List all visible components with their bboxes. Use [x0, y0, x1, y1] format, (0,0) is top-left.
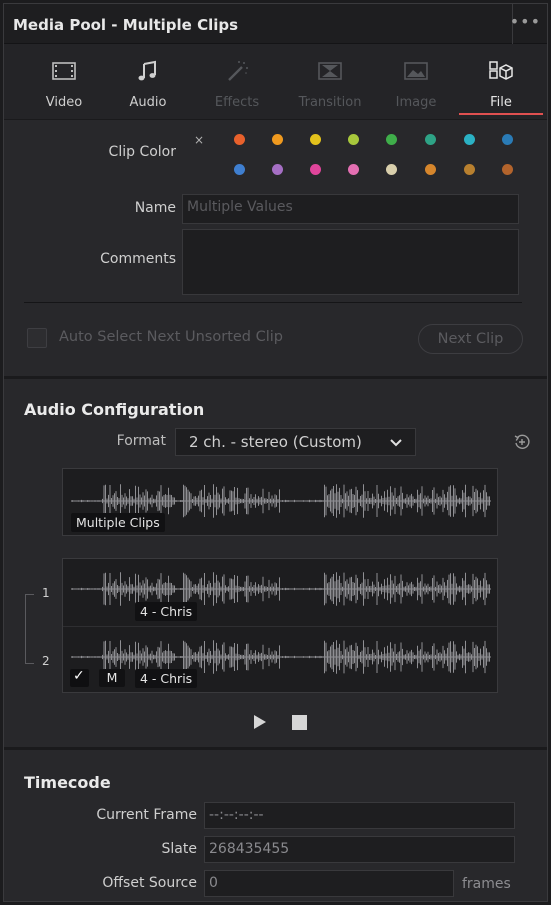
channel-divider — [63, 626, 497, 627]
waveform-preview: Multiple Clips — [62, 468, 498, 536]
reset-icon[interactable] — [513, 433, 531, 451]
channel-1-tag: 4 - Chris — [135, 602, 198, 621]
auto-select-label: Auto Select Next Unsorted Clip — [59, 329, 283, 345]
color-swatch[interactable] — [310, 164, 321, 175]
stop-icon[interactable] — [292, 715, 307, 730]
color-swatch[interactable] — [272, 134, 283, 145]
slate-label: Slate — [161, 841, 197, 857]
active-tab-indicator — [459, 113, 543, 115]
color-swatch[interactable] — [234, 164, 245, 175]
inspector-tabs: Video Audio Effects Transition Image Fil… — [4, 44, 547, 120]
channel-2-waveform — [71, 640, 491, 674]
current-frame-field[interactable]: --:--:--:-- — [204, 802, 515, 829]
divider — [24, 302, 522, 303]
color-swatch[interactable] — [386, 134, 397, 145]
mute-button[interactable]: M — [99, 669, 125, 687]
channel-link-bracket — [25, 594, 34, 664]
title-bar: Media Pool - Multiple Clips ••• — [4, 4, 547, 44]
next-clip-button[interactable]: Next Clip — [418, 324, 523, 354]
timecode-title: Timecode — [24, 773, 111, 792]
color-swatch[interactable] — [464, 134, 475, 145]
color-swatch[interactable] — [272, 164, 283, 175]
clip-tag: Multiple Clips — [71, 513, 165, 532]
more-options-icon[interactable]: ••• — [510, 12, 541, 31]
tab-label: Image — [395, 95, 437, 110]
channel-enable-checkbox[interactable]: ✓ — [70, 668, 89, 687]
format-select[interactable]: 2 ch. - stereo (Custom) — [175, 428, 416, 456]
file-boxes-icon — [489, 61, 513, 80]
tab-label: Video — [45, 95, 83, 110]
offset-unit-label: frames — [462, 876, 511, 892]
inspector-panel: Media Pool - Multiple Clips ••• Video Au… — [3, 3, 548, 902]
color-swatch[interactable] — [348, 164, 359, 175]
current-frame-label: Current Frame — [96, 807, 197, 823]
clip-color-label: Clip Color — [108, 144, 176, 160]
tab-label: Audio — [129, 95, 167, 110]
play-icon[interactable] — [254, 715, 266, 729]
auto-select-checkbox[interactable] — [27, 328, 47, 348]
color-swatch[interactable] — [386, 164, 397, 175]
tab-file[interactable]: File — [459, 44, 543, 120]
channel-1-waveform — [71, 572, 491, 606]
color-swatch[interactable] — [425, 164, 436, 175]
channel-number: 2 — [42, 654, 50, 668]
music-note-icon — [138, 60, 156, 81]
color-swatch[interactable] — [464, 164, 475, 175]
tab-image[interactable]: Image — [376, 44, 456, 120]
clear-color-icon[interactable]: × — [194, 133, 204, 147]
section-divider — [4, 747, 547, 750]
name-field[interactable]: Multiple Values — [182, 194, 519, 224]
color-swatch[interactable] — [234, 134, 245, 145]
color-swatch[interactable] — [502, 164, 513, 175]
magic-wand-icon — [228, 61, 248, 81]
image-icon — [404, 62, 428, 80]
film-icon — [52, 62, 76, 80]
offset-source-field[interactable]: 0 — [204, 870, 454, 897]
color-swatch[interactable] — [502, 134, 513, 145]
slate-field[interactable]: 268435455 — [204, 836, 515, 863]
offset-source-label: Offset Source — [102, 875, 197, 891]
tab-label: File — [490, 95, 512, 110]
channel-number: 1 — [42, 586, 50, 600]
color-swatch[interactable] — [425, 134, 436, 145]
tab-transition[interactable]: Transition — [288, 44, 372, 120]
panel-title: Media Pool - Multiple Clips — [13, 16, 239, 34]
tab-label: Effects — [214, 95, 260, 110]
section-divider — [4, 376, 547, 379]
name-label: Name — [134, 200, 176, 216]
comments-label: Comments — [100, 251, 176, 267]
tab-video[interactable]: Video — [24, 44, 104, 120]
waveform-path — [71, 640, 491, 674]
checkmark-icon: ✓ — [73, 668, 85, 684]
format-value: 2 ch. - stereo (Custom) — [189, 433, 362, 451]
color-swatch[interactable] — [348, 134, 359, 145]
tab-label: Transition — [298, 95, 362, 110]
tab-effects[interactable]: Effects — [197, 44, 277, 120]
comments-field[interactable] — [182, 229, 519, 295]
channel-2-tag: 4 - Chris — [135, 669, 198, 688]
audio-config-title: Audio Configuration — [24, 400, 205, 419]
waveform-path — [71, 572, 491, 606]
tab-audio[interactable]: Audio — [108, 44, 188, 120]
format-label: Format — [116, 433, 166, 449]
channel-waveforms: 4 - Chris 4 - Chris — [62, 558, 498, 693]
transition-icon — [318, 62, 342, 80]
chevron-down-icon — [390, 439, 402, 447]
color-swatch[interactable] — [310, 134, 321, 145]
